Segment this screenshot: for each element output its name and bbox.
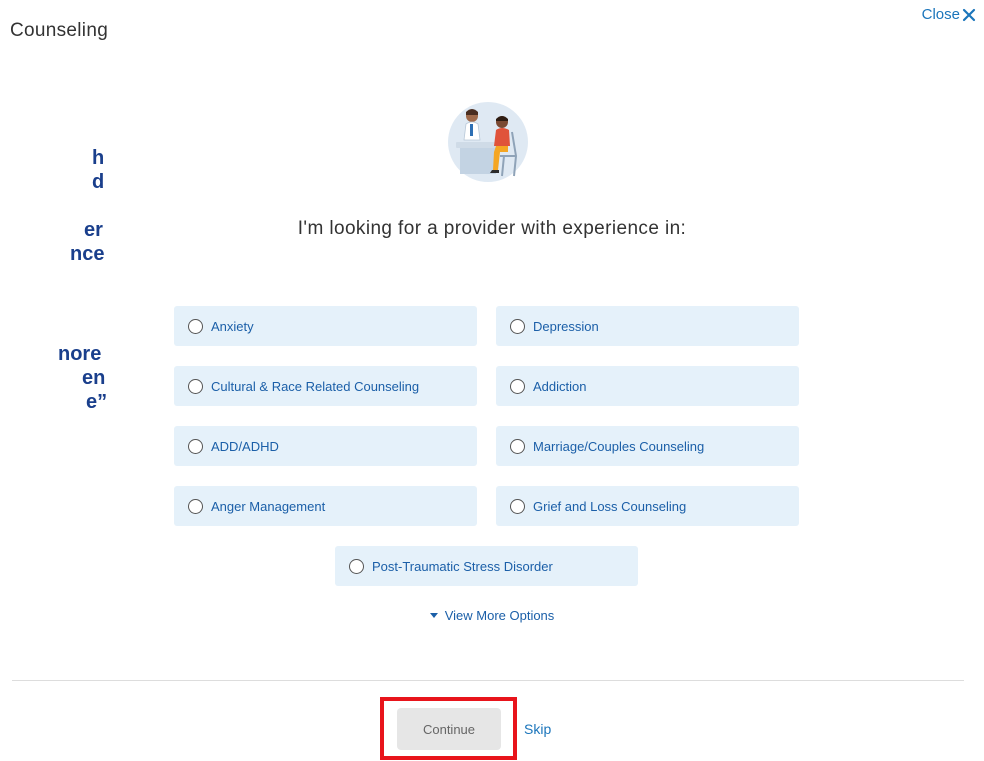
option-anxiety[interactable]: Anxiety — [174, 306, 477, 346]
option-grief-loss[interactable]: Grief and Loss Counseling — [496, 486, 799, 526]
radio-icon[interactable] — [510, 378, 525, 394]
side-text-fragment: en — [82, 367, 106, 389]
view-more-options-link[interactable]: View More Options — [0, 608, 984, 623]
radio-icon[interactable] — [188, 378, 203, 394]
radio-icon[interactable] — [349, 558, 364, 574]
side-text-fragment: d — [92, 171, 105, 193]
option-depression[interactable]: Depression — [496, 306, 799, 346]
option-label: Post-Traumatic Stress Disorder — [372, 558, 553, 574]
radio-icon[interactable] — [188, 438, 203, 454]
close-label: Close — [921, 6, 960, 23]
counseling-illustration — [448, 102, 528, 182]
option-label: Anger Management — [211, 498, 326, 514]
side-text-fragment: nce — [70, 243, 105, 265]
skip-link[interactable]: Skip — [524, 721, 551, 737]
radio-icon[interactable] — [510, 318, 525, 334]
caret-down-icon — [429, 613, 438, 619]
continue-button[interactable]: Continue — [397, 708, 501, 750]
option-label: Depression — [533, 318, 599, 334]
option-label: Marriage/Couples Counseling — [533, 438, 705, 454]
footer-divider — [12, 680, 964, 681]
radio-icon[interactable] — [510, 438, 525, 454]
option-label: Addiction — [533, 378, 587, 394]
view-more-label: View More Options — [444, 608, 555, 623]
close-button[interactable]: Close — [922, 6, 976, 23]
side-text-fragment: h — [92, 147, 105, 169]
radio-icon[interactable] — [188, 498, 203, 514]
option-label: Anxiety — [211, 318, 254, 334]
background-side-text: h d er nce nore en e” — [0, 0, 110, 761]
option-ptsd[interactable]: Post-Traumatic Stress Disorder — [335, 546, 638, 586]
option-add-adhd[interactable]: ADD/ADHD — [174, 426, 477, 466]
side-text-fragment: e” — [86, 391, 108, 413]
option-addiction[interactable]: Addiction — [496, 366, 799, 406]
option-label: Grief and Loss Counseling — [533, 498, 687, 514]
counseling-modal: Counseling Close h d er nce nore en e” I… — [0, 0, 984, 761]
option-anger-management[interactable]: Anger Management — [174, 486, 477, 526]
radio-icon[interactable] — [188, 318, 203, 334]
radio-icon[interactable] — [510, 498, 525, 514]
option-label: Cultural & Race Related Counseling — [211, 378, 420, 394]
question-heading: I'm looking for a provider with experien… — [297, 218, 687, 239]
close-icon — [962, 8, 976, 21]
side-text-fragment: nore — [58, 343, 102, 365]
option-label: ADD/ADHD — [211, 438, 279, 454]
option-marriage-couples[interactable]: Marriage/Couples Counseling — [496, 426, 799, 466]
option-cultural-race-counseling[interactable]: Cultural & Race Related Counseling — [174, 366, 477, 406]
